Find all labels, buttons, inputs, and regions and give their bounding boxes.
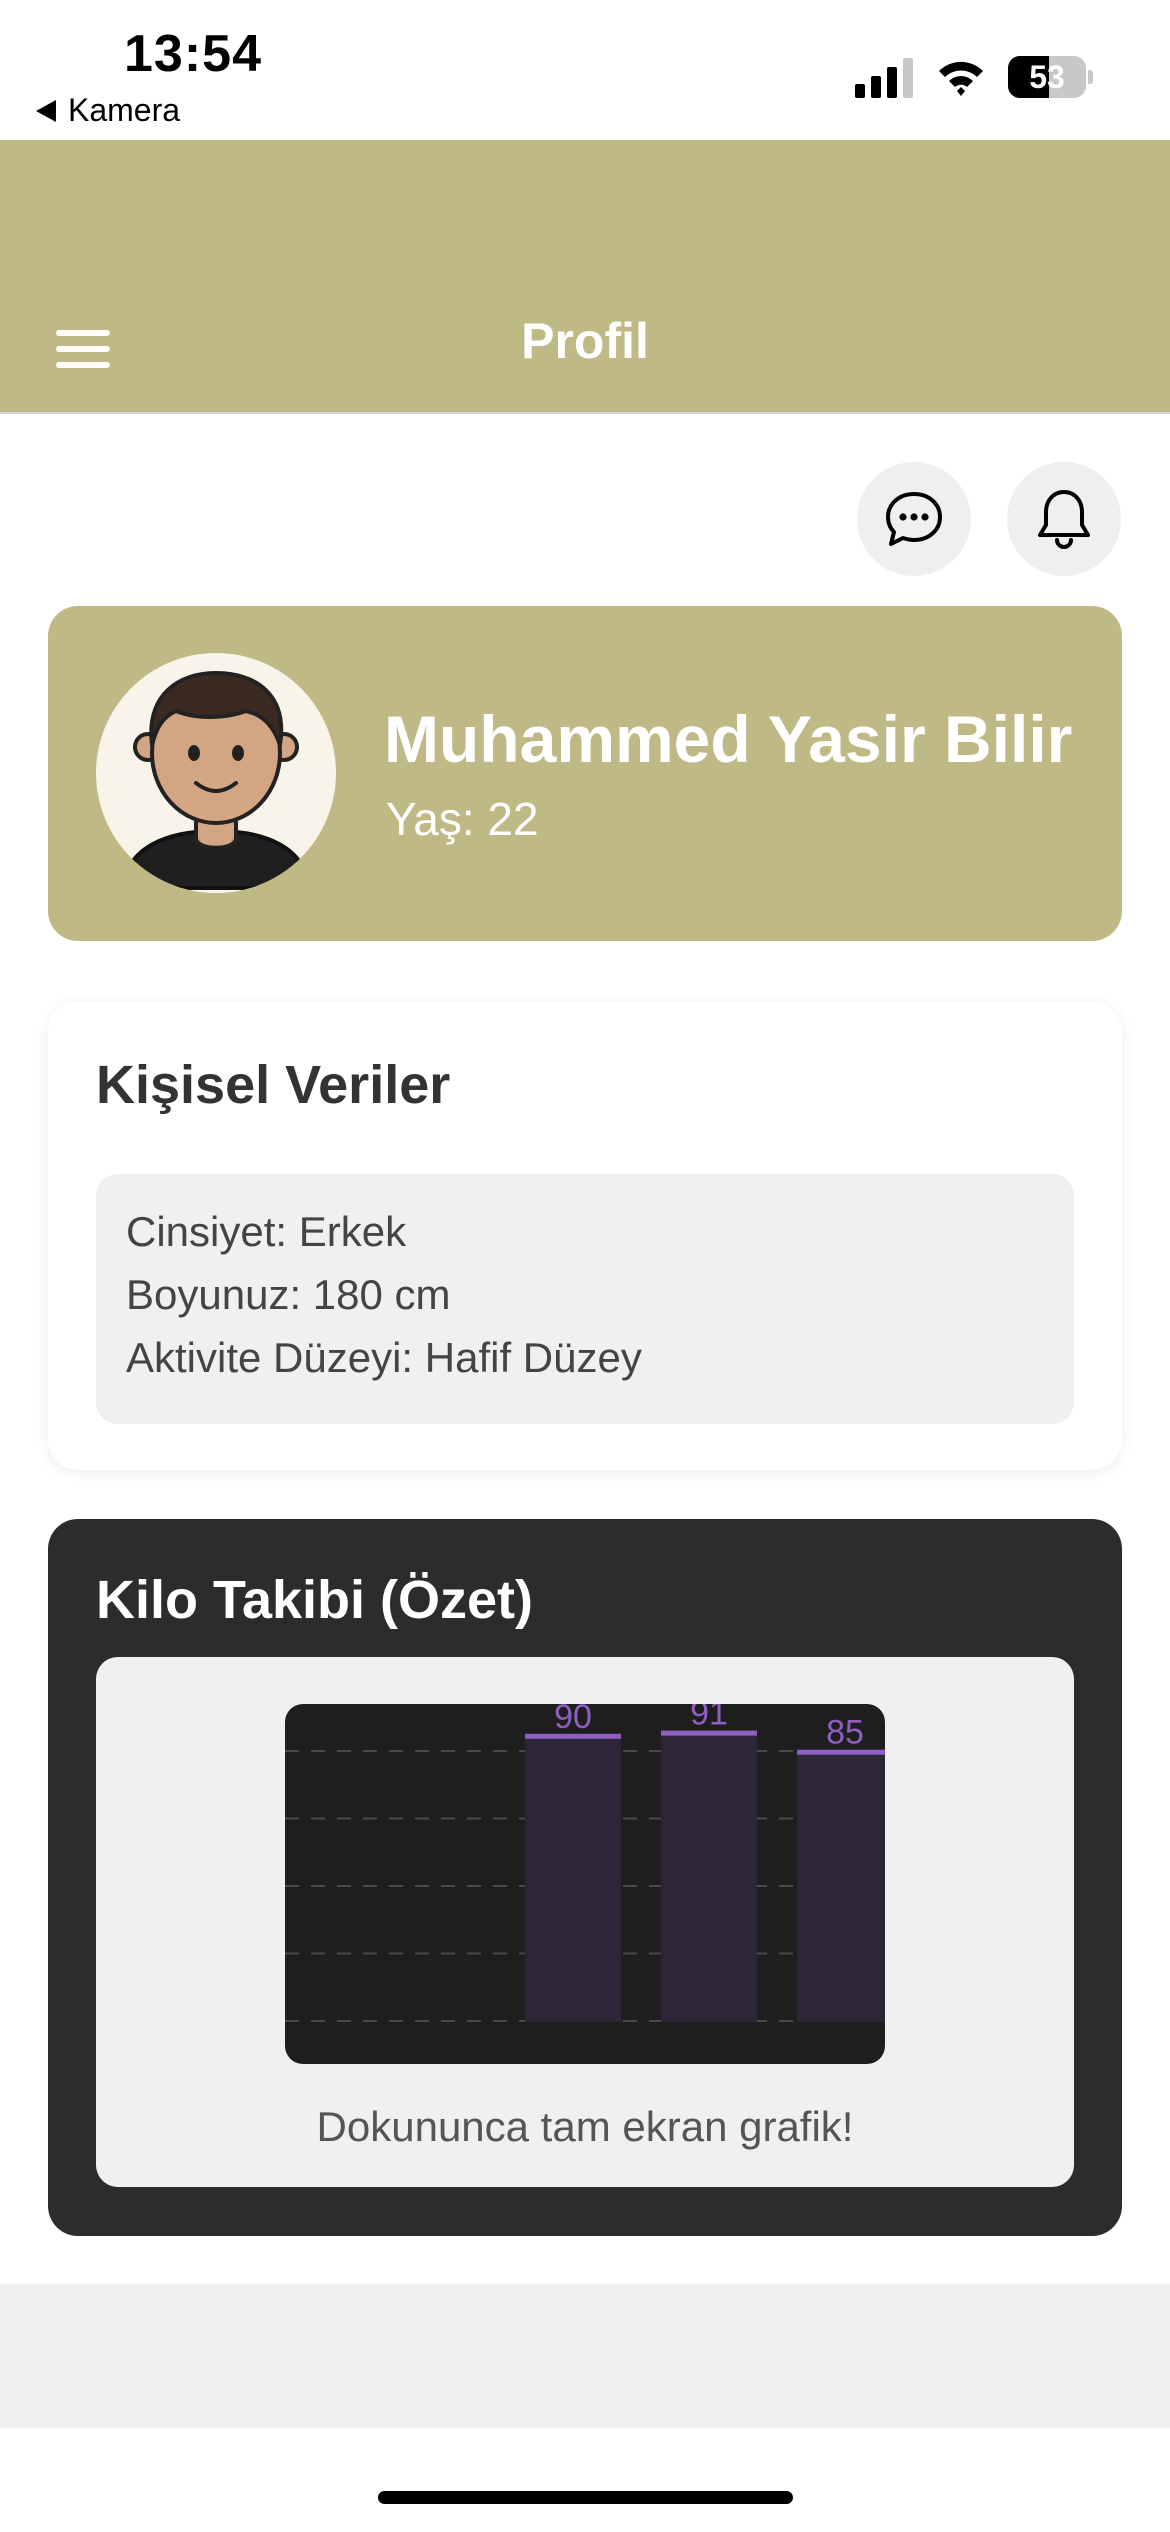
wifi-icon: [939, 61, 983, 96]
personal-data-card: Kişisel Veriler Cinsiyet: Erkek Boyunuz:…: [48, 1002, 1122, 1470]
chart-data-label: 91: [690, 1704, 728, 1733]
profile-name: Muhammed Yasir Bilir: [384, 702, 1073, 776]
weight-chart-preview[interactable]: 90 91 85 Dokununca tam ekran grafik!: [96, 1657, 1074, 2187]
bottom-bar: [0, 2284, 1170, 2428]
battery-level: 53: [1029, 59, 1065, 95]
avatar: [96, 653, 336, 893]
weight-bar-chart: 90 91 85: [285, 1704, 885, 2064]
app-header: Profil: [0, 140, 1170, 414]
bell-icon: [1038, 490, 1090, 549]
chart-bar: [525, 1735, 621, 2022]
gender-info: Cinsiyet: Erkek: [126, 1208, 407, 1255]
personal-info-box: Cinsiyet: Erkek Boyunuz: 180 cm Aktivite…: [96, 1174, 1074, 1424]
user-avatar-icon: [121, 670, 311, 890]
back-label: Kamera: [68, 92, 181, 128]
status-time: 13:54: [124, 25, 262, 83]
weight-tracking-title: Kilo Takibi (Özet): [96, 1570, 534, 1630]
chart-data-label: 90: [554, 1704, 592, 1736]
chart-bar: [661, 1732, 757, 2022]
messages-button[interactable]: [857, 462, 971, 576]
home-indicator: [378, 2491, 793, 2504]
height-info: Boyunuz: 180 cm: [126, 1271, 451, 1318]
chart-bar: [797, 1751, 885, 2022]
weight-tracking-card: Kilo Takibi (Özet) 90 91 85 Dokununca tam …: [48, 1519, 1122, 2236]
battery-icon: 53: [1008, 56, 1093, 98]
back-arrow-icon: [36, 99, 56, 122]
chart-data-label: 85: [826, 1714, 864, 1752]
notifications-button[interactable]: [1007, 462, 1121, 576]
cellular-signal-icon: [855, 58, 913, 98]
profile-age: Yaş: 22: [386, 793, 539, 845]
profile-card: Muhammed Yasir Bilir Yaş: 22: [48, 606, 1122, 941]
back-to-camera-link[interactable]: Kamera: [36, 92, 180, 129]
page-title: Profil: [521, 313, 649, 369]
activity-info: Aktivite Düzeyi: Hafif Düzey: [126, 1334, 642, 1381]
status-bar: 13:54 Kamera 53: [0, 0, 1170, 140]
chat-bubble-icon: [886, 492, 942, 546]
personal-data-title: Kişisel Veriler: [96, 1055, 451, 1115]
chart-caption: Dokununca tam ekran grafik!: [316, 2103, 854, 2150]
